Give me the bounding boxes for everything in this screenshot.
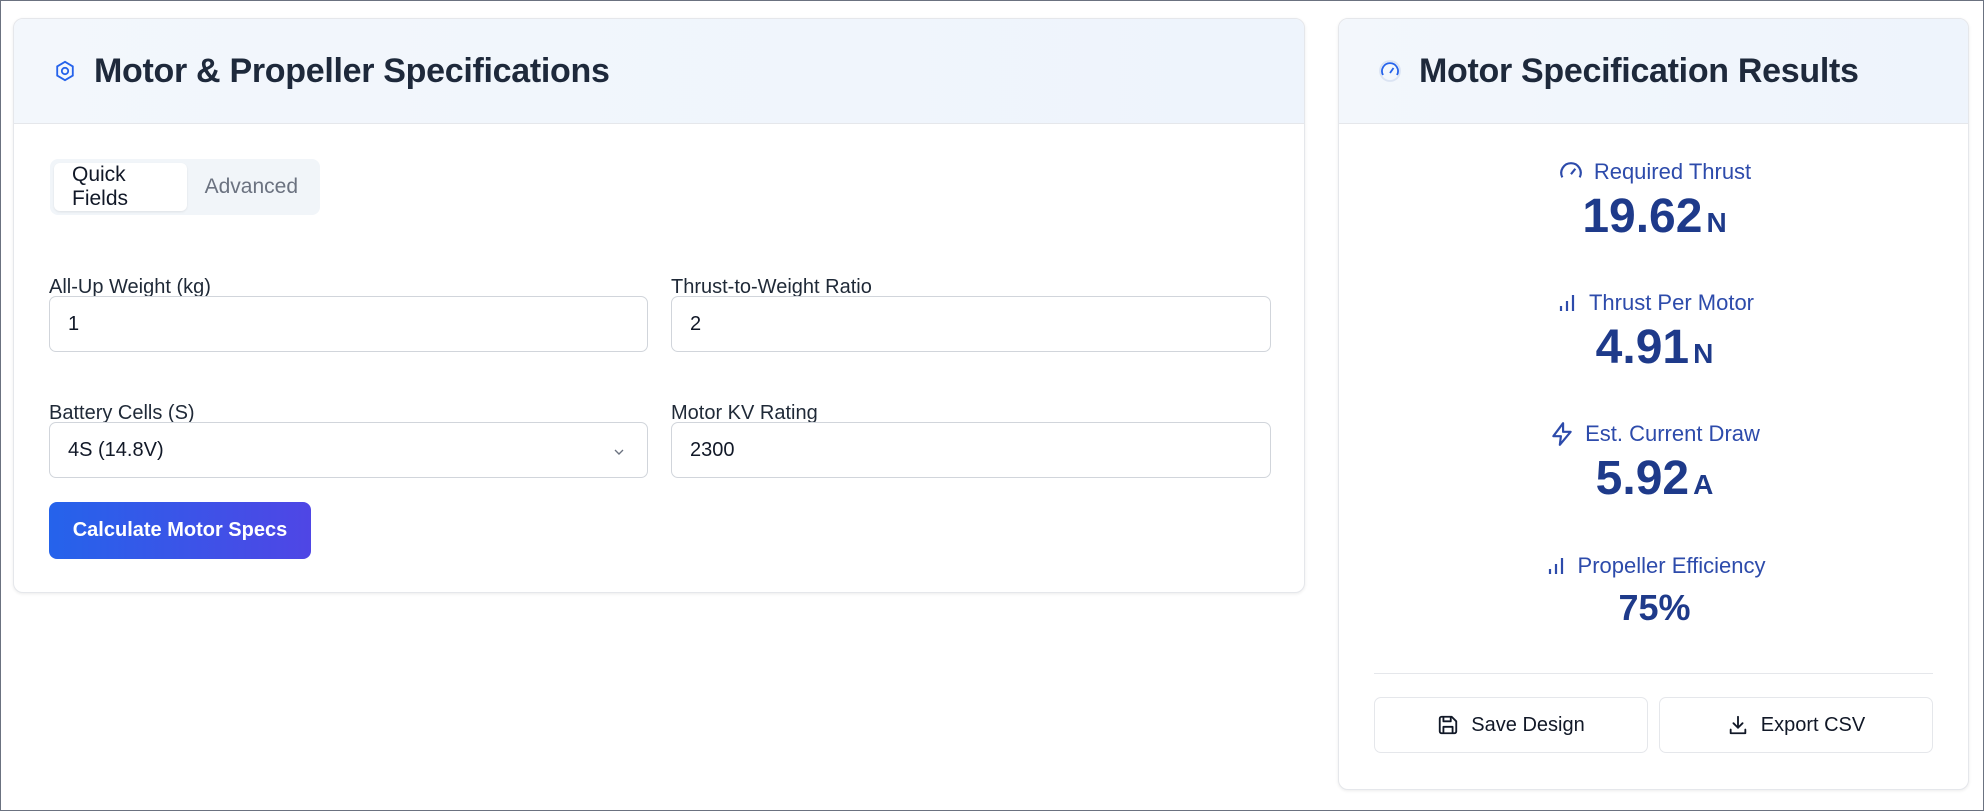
result-label: Propeller Efficiency bbox=[1577, 553, 1766, 578]
kv-value: 2300 bbox=[690, 438, 735, 461]
twr-input[interactable]: 2 bbox=[671, 296, 1271, 352]
gauge-icon bbox=[1558, 159, 1584, 185]
save-icon bbox=[1437, 714, 1459, 736]
result-unit: N bbox=[1706, 207, 1727, 238]
chevron-down-icon bbox=[611, 443, 627, 466]
result-value: 4.91 bbox=[1595, 321, 1690, 374]
tab-quick-fields[interactable]: Quick Fields bbox=[54, 163, 187, 211]
gauge-icon bbox=[1377, 58, 1403, 84]
result-unit: N bbox=[1693, 338, 1714, 369]
results-title: Motor Specification Results bbox=[1419, 51, 1859, 90]
specifications-title: Motor & Propeller Specifications bbox=[94, 51, 610, 90]
twr-value: 2 bbox=[690, 312, 702, 335]
result-unit: A bbox=[1693, 469, 1714, 500]
result-label: Thrust Per Motor bbox=[1588, 290, 1755, 315]
calculate-button[interactable]: Calculate Motor Specs bbox=[49, 502, 311, 559]
result-label: Est. Current Draw bbox=[1585, 421, 1760, 446]
result-current-draw: Est. Current Draw 5.92 A bbox=[1339, 421, 1968, 506]
results-card: Motor Specification Results Required Thr… bbox=[1338, 18, 1969, 790]
results-divider bbox=[1374, 673, 1933, 674]
weight-value: 1 bbox=[68, 312, 80, 335]
tab-advanced[interactable]: Advanced bbox=[187, 163, 316, 211]
settings-icon bbox=[52, 58, 78, 84]
results-header: Motor Specification Results bbox=[1339, 19, 1968, 124]
result-thrust-per-motor: Thrust Per Motor 4.91 N bbox=[1339, 290, 1968, 375]
result-propeller-efficiency: Propeller Efficiency 75% bbox=[1339, 553, 1968, 629]
field-mode-tabs: Quick Fields Advanced bbox=[50, 159, 320, 215]
export-csv-label: Export CSV bbox=[1760, 713, 1866, 736]
specifications-header: Motor & Propeller Specifications bbox=[14, 19, 1304, 124]
result-value: 19.62 bbox=[1582, 190, 1703, 243]
result-value: 75% bbox=[1618, 587, 1691, 628]
battery-cells-value: 4S (14.8V) bbox=[68, 438, 164, 461]
bar-chart-icon bbox=[1544, 554, 1568, 578]
battery-cells-select[interactable]: 4S (14.8V) bbox=[49, 422, 648, 478]
result-label: Required Thrust bbox=[1593, 159, 1752, 184]
kv-input[interactable]: 2300 bbox=[671, 422, 1271, 478]
bar-chart-icon bbox=[1555, 291, 1579, 315]
weight-input[interactable]: 1 bbox=[49, 296, 648, 352]
export-csv-button[interactable]: Export CSV bbox=[1659, 697, 1933, 753]
result-value: 5.92 bbox=[1595, 452, 1690, 505]
result-required-thrust: Required Thrust 19.62 N bbox=[1339, 159, 1968, 244]
specifications-card: Motor & Propeller Specifications Quick F… bbox=[13, 18, 1305, 593]
save-design-button[interactable]: Save Design bbox=[1374, 697, 1648, 753]
download-icon bbox=[1727, 714, 1749, 736]
lightning-icon bbox=[1549, 421, 1575, 447]
save-design-label: Save Design bbox=[1471, 713, 1585, 736]
